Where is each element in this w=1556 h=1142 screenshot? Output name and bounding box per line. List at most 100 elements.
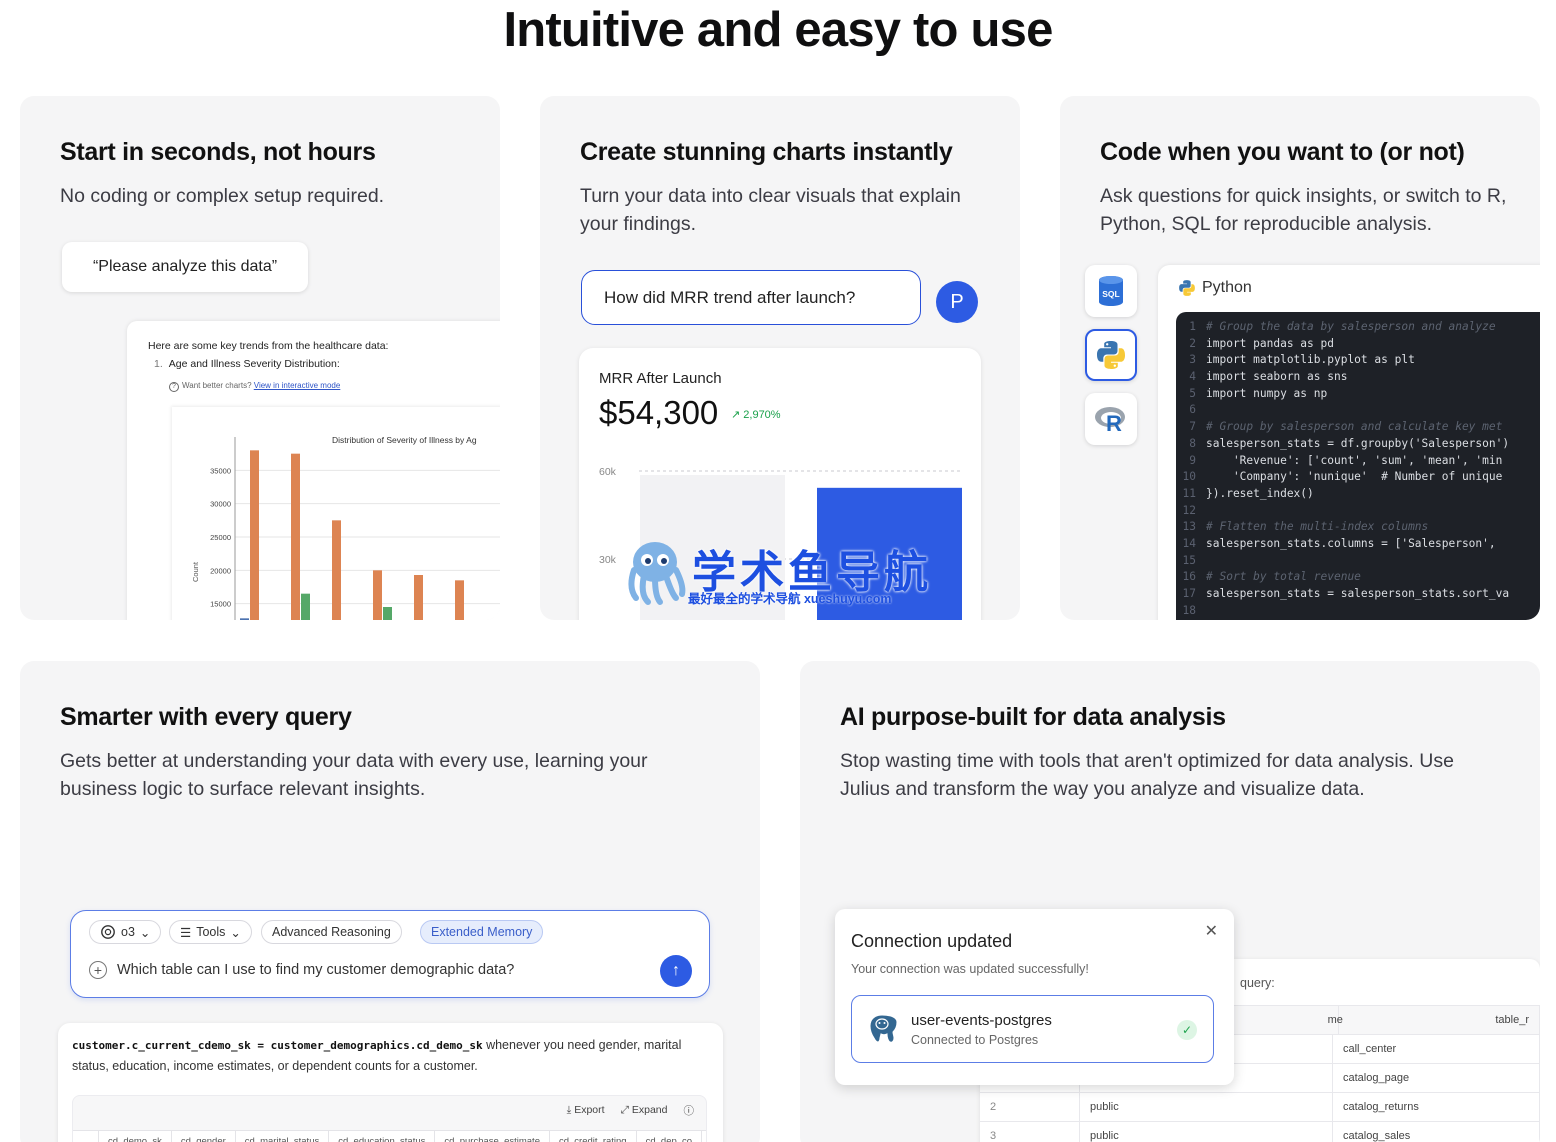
- code-text: # Sort by total revenue: [1206, 570, 1361, 584]
- code-line: 14 salesperson_stats.columns = ['Salesper…: [1176, 537, 1540, 554]
- reply-item-text: Age and Illness Severity Distribution:: [168, 358, 340, 370]
- chat-input[interactable]: o3 ⌄ ☰ Tools ⌄ Advanced Reasoning Extend…: [70, 910, 710, 998]
- line-number: 9: [1189, 453, 1196, 467]
- table-cell: 3: [980, 1122, 1080, 1142]
- table-header-row: cd_demo_sk cd_gender cd_marital_status cd_e…: [73, 1130, 706, 1142]
- connection-item[interactable]: user-events-postgres Connected to Postgr…: [851, 995, 1214, 1063]
- table-cell: catalog_returns: [1333, 1093, 1540, 1121]
- tools-label: Tools: [196, 925, 226, 939]
- code-text: }).reset_index(): [1206, 486, 1314, 500]
- column-header[interactable]: cd_gender: [172, 1131, 236, 1142]
- expand-button[interactable]: ⤢ Expand: [621, 1104, 668, 1117]
- code-line: 7 # Group by salesperson and calculate ke…: [1176, 420, 1540, 437]
- code-text: import numpy as np: [1206, 386, 1328, 400]
- code-area[interactable]: 1 # Group the data by salesperson and ana…: [1176, 312, 1540, 620]
- openai-icon: [101, 925, 115, 939]
- sql-button[interactable]: SQL: [1085, 265, 1137, 317]
- svg-text:R: R: [1106, 411, 1122, 434]
- model-label: o3: [121, 925, 135, 939]
- card-title: Code when you want to (or not): [1100, 138, 1465, 166]
- bar: [301, 593, 310, 620]
- advanced-reasoning-label: Advanced Reasoning: [272, 925, 391, 939]
- expand-icon: ⤢: [620, 1104, 629, 1116]
- line-number: 17: [1182, 587, 1196, 600]
- card-description: No coding or complex setup required.: [60, 185, 385, 207]
- avatar: P: [936, 281, 978, 323]
- card-ai-purpose-built: AI purpose-built for data analysis Stop …: [800, 661, 1540, 1142]
- line-number: 12: [1182, 503, 1196, 517]
- extended-memory-toggle[interactable]: Extended Memory: [420, 920, 544, 944]
- toast-title: Connection updated: [851, 931, 1013, 951]
- card-title: AI purpose-built for data analysis: [840, 703, 1226, 731]
- interactive-hint: ? Want better charts? View in interactive…: [169, 381, 340, 392]
- line-number: 2: [1189, 336, 1196, 350]
- code-line: 6: [1176, 403, 1540, 420]
- chat-question: + Which table can I use to find my custo…: [89, 961, 514, 979]
- prompt-bubble: “Please analyze this data”: [62, 242, 308, 292]
- tools-dropdown[interactable]: ☰ Tools ⌄: [169, 920, 252, 944]
- advanced-reasoning-toggle[interactable]: Advanced Reasoning: [261, 920, 402, 944]
- card-description: Gets better at understanding your data w…: [60, 750, 648, 800]
- send-button[interactable]: ↑: [660, 955, 692, 987]
- code-text: import seaborn as sns: [1206, 370, 1348, 384]
- code-line: 5 import numpy as np: [1176, 387, 1540, 404]
- line-number: 4: [1189, 370, 1196, 384]
- python-icon: [1097, 341, 1125, 369]
- line-number: 16: [1182, 570, 1196, 584]
- connection-name: user-events-postgres: [911, 1012, 1052, 1029]
- code-text: # Flatten the multi-index columns: [1206, 520, 1429, 534]
- info-icon[interactable]: ⓘ: [684, 1103, 695, 1118]
- table-actions: ⤓ Export ⤢ Expand ⓘ: [567, 1103, 694, 1118]
- bar: [414, 575, 423, 620]
- connection-status: Connected to Postgres: [911, 1033, 1039, 1047]
- card-smarter: Smarter with every query Gets better at …: [20, 661, 760, 1142]
- line-number: 18: [1182, 603, 1196, 617]
- reply-intro: Here are some key trends from the health…: [148, 340, 389, 352]
- bar: [383, 607, 392, 620]
- answer-code: customer.c_current_cdemo_sk = customer_d…: [72, 1039, 483, 1052]
- code-line: 8 salesperson_stats = df.groupby('Salespe…: [1176, 437, 1540, 454]
- code-line: 17 salesperson_stats = salesperson_stats.…: [1176, 587, 1540, 604]
- column-header[interactable]: cd_demo_sk: [99, 1131, 172, 1142]
- table-cell: catalog_page: [1333, 1064, 1540, 1092]
- close-icon[interactable]: ✕: [1205, 921, 1218, 941]
- header-cell: table_r: [1339, 1006, 1540, 1034]
- table-row[interactable]: 3 public catalog_sales: [980, 1121, 1540, 1142]
- chevron-down-icon: ⌄: [139, 925, 151, 940]
- line-number: 15: [1182, 553, 1196, 567]
- column-header[interactable]: cd_education_status: [329, 1131, 436, 1142]
- interactive-mode-link[interactable]: View in interactive mode: [254, 381, 341, 390]
- code-text: 'Revenue': ['count', 'sum', 'mean', 'min: [1206, 453, 1503, 467]
- model-selector[interactable]: o3 ⌄: [89, 920, 162, 944]
- column-header[interactable]: cd_marital_status: [236, 1131, 330, 1142]
- chevron-down-icon: ⌄: [230, 925, 241, 940]
- line-number: 5: [1189, 386, 1196, 400]
- python-button[interactable]: [1085, 329, 1137, 381]
- code-line: 1 # Group the data by salesperson and ana…: [1176, 320, 1540, 337]
- hero-title: Intuitive and easy to use: [503, 3, 1053, 57]
- question-icon: ?: [169, 382, 179, 392]
- card-title: Smarter with every query: [60, 703, 352, 731]
- bar: [332, 520, 341, 620]
- table-row[interactable]: 2 public catalog_returns: [980, 1092, 1540, 1121]
- export-label: Export: [574, 1104, 605, 1116]
- editor-tab[interactable]: Python: [1178, 279, 1252, 297]
- table-cell: call_center: [1333, 1035, 1540, 1063]
- watermark-subtitle: 最好最全的学术导航 xueshuyu.com: [688, 592, 892, 606]
- chart-question-input[interactable]: How did MRR trend after launch?: [581, 270, 921, 325]
- export-button[interactable]: ⤓ Export: [567, 1104, 605, 1117]
- column-header[interactable]: cd_dep_co: [637, 1131, 703, 1142]
- bar: [373, 570, 382, 620]
- hint-text: Want better charts?: [182, 381, 252, 390]
- r-button[interactable]: R: [1085, 393, 1137, 445]
- card-code: Code when you want to (or not) Ask quest…: [1060, 96, 1540, 620]
- severity-chart-svg: Distribution of Severity of Illness by A…: [191, 435, 500, 620]
- column-header[interactable]: cd_credit_rating: [550, 1131, 637, 1142]
- code-line: 18: [1176, 604, 1540, 620]
- card-title: Start in seconds, not hours: [60, 138, 376, 166]
- add-icon[interactable]: +: [89, 961, 107, 979]
- code-line: 3 import matplotlib.pyplot as plt: [1176, 353, 1540, 370]
- column-header[interactable]: cd_purchase_estimate: [435, 1131, 550, 1142]
- extended-memory-label: Extended Memory: [431, 925, 533, 939]
- reply-list-item: 1. Age and Illness Severity Distribution:: [154, 358, 340, 370]
